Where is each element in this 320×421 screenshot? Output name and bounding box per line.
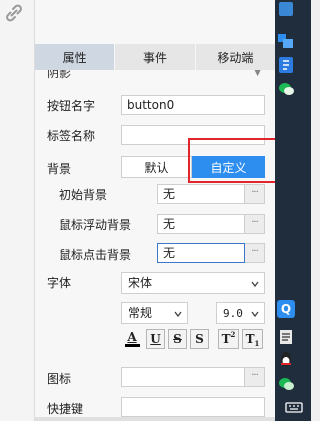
chevron-down-icon [251,281,259,288]
font-size-select[interactable]: 9.0 [216,302,265,324]
tab-properties[interactable]: 属性 [35,44,116,70]
icon-label: 图标 [47,372,72,386]
font-size-value: 9.0 [223,307,243,320]
hover-background-input[interactable]: 无 [157,214,245,234]
panel-header [35,0,275,44]
chevron-down-icon [174,311,182,318]
qq-icon[interactable]: Q [277,300,295,318]
font-family-select[interactable]: 宋体 [121,272,265,294]
superscript-glyph: T [221,332,231,346]
strikethrough-button[interactable]: S [168,329,187,349]
tab-mobile[interactable]: 移动端 [195,44,275,70]
shortcut-label: 快捷键 [47,402,84,416]
font-style-value: 常规 [128,306,153,320]
font-color-button[interactable]: A [123,329,141,349]
tag-name-input[interactable] [121,125,265,145]
click-background-label: 鼠标点击背景 [59,248,132,262]
background-default-button[interactable]: 默认 [121,156,192,178]
wechat-icon[interactable] [277,80,295,98]
click-background-more-button[interactable]: ··· [245,243,265,263]
shadow-label: 阴影 [47,70,72,80]
wechat-icon[interactable] [277,375,295,393]
left-toolstrip [0,0,35,421]
icon-input[interactable] [121,367,245,387]
hover-background-label: 鼠标浮动背景 [59,218,132,232]
font-style-select[interactable]: 常规 [121,302,188,324]
superscript-button[interactable]: T2 [218,329,239,349]
superscript-mark: 2 [230,329,236,339]
initial-background-label: 初始背景 [59,188,108,202]
font-color-glyph: A [127,330,137,344]
font-family-value: 宋体 [128,276,153,290]
document-icon[interactable] [277,328,295,346]
tag-name-label: 标签名称 [47,129,96,143]
blue-app-icon[interactable] [277,32,295,50]
initial-background-more-button[interactable]: ··· [245,184,265,204]
icon-more-button[interactable]: ··· [245,367,265,387]
shortcut-input[interactable] [121,397,265,417]
qq-penguin-icon[interactable] [277,350,295,368]
keyboard-icon[interactable] [285,399,303,415]
link-icon[interactable] [5,4,23,22]
button-name-label: 按钮名字 [47,99,96,113]
taskbar: Q [275,0,311,421]
initial-background-input[interactable]: 无 [157,184,245,204]
underline-button[interactable]: U [146,329,165,349]
property-panel: 属性 事件 移动端 阴影 ▼ 按钮名字 button0 标签名称 背景 默认 自… [35,0,275,421]
hover-background-more-button[interactable]: ··· [245,214,265,234]
shadow-text-button[interactable]: S [190,329,209,349]
panel-bottom-edge [35,417,275,421]
subscript-mark: 1 [254,338,260,348]
blue-app-icon[interactable] [277,56,295,74]
color-swatch-bar [124,344,140,347]
chevron-down-icon[interactable]: ▼ [254,70,261,78]
subscript-button[interactable]: T1 [242,329,263,349]
clipped-shadow-row: 阴影 ▼ [35,70,275,82]
font-label: 字体 [47,276,72,290]
button-name-input[interactable]: button0 [121,95,265,115]
background-custom-button[interactable]: 自定义 [192,156,265,178]
pinned-app-icon[interactable] [279,2,293,16]
panel-tabs: 属性 事件 移动端 [35,44,275,70]
tab-events[interactable]: 事件 [115,44,196,70]
subscript-glyph: T [245,332,255,346]
chevron-down-icon [251,311,259,318]
click-background-input[interactable]: 无 [157,243,245,263]
background-label: 背景 [47,162,72,176]
